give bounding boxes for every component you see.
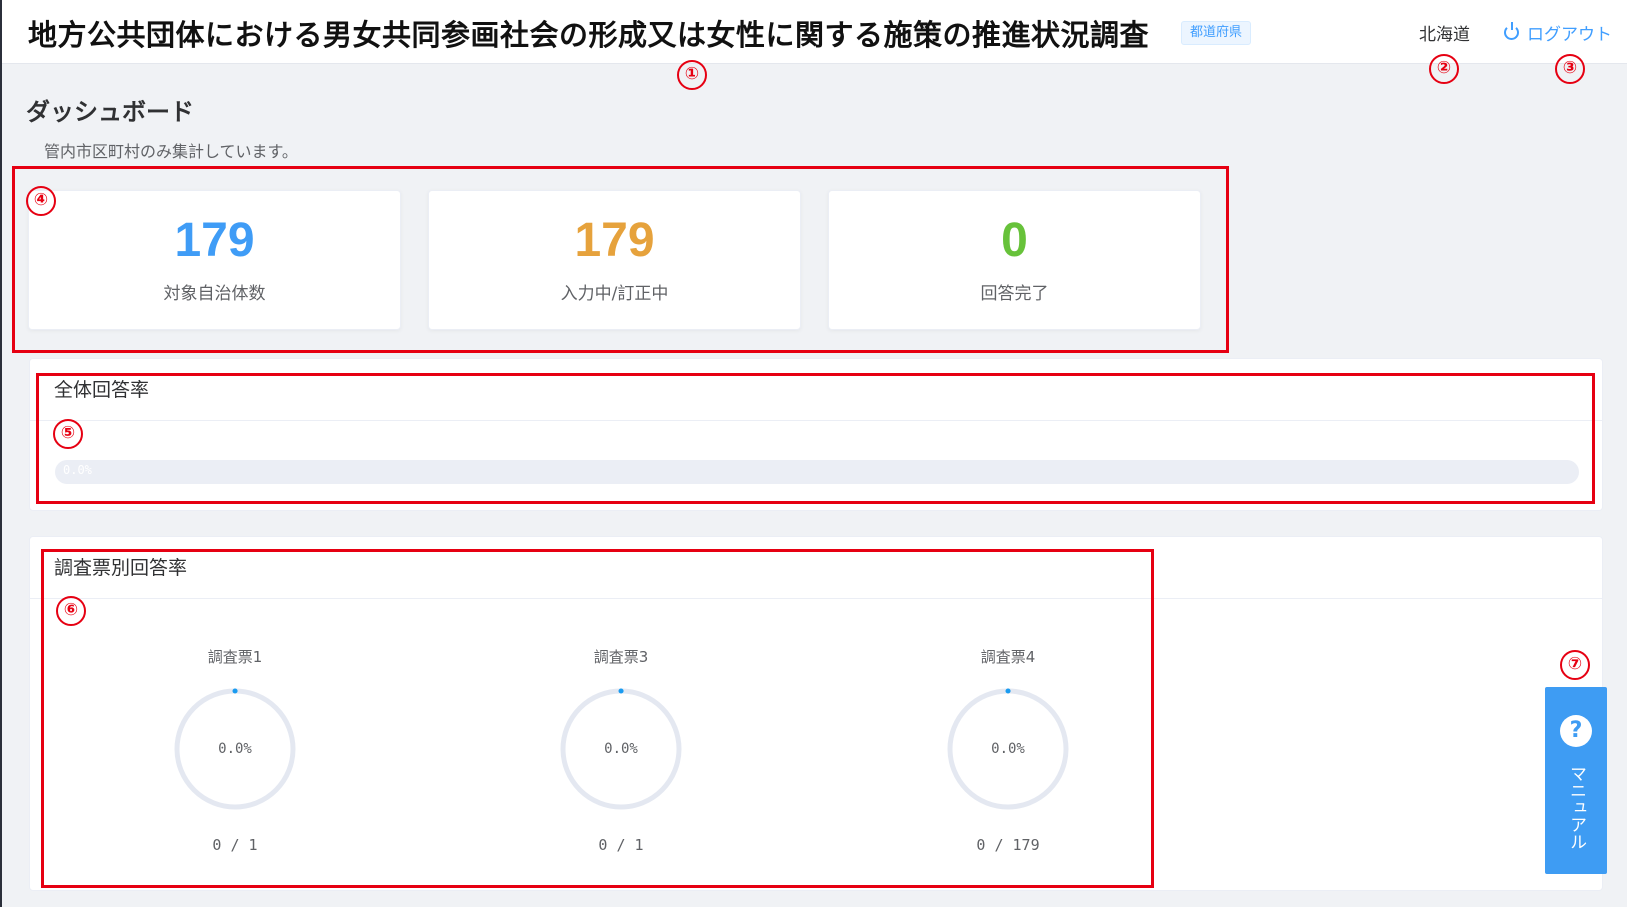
top-header: 地方公共団体における男女共同参画社会の形成又は女性に関する施策の推進状況調査 都… (2, 0, 1627, 64)
logout-label: ログアウト (1527, 25, 1612, 45)
user-name[interactable]: 北海道 (1419, 20, 1470, 45)
power-icon (1504, 22, 1519, 40)
annotation-marker-7: ⑦ (1560, 650, 1590, 680)
annotation-box-6 (41, 549, 1154, 888)
prefecture-badge: 都道府県 (1181, 21, 1252, 45)
annotation-marker-6: ⑥ (56, 596, 86, 626)
annotation-box-4 (12, 166, 1229, 353)
annotation-marker-4: ④ (26, 186, 56, 216)
left-edge-rule (0, 0, 2, 907)
manual-label: マニュアル (1566, 765, 1586, 850)
annotation-box-5 (36, 373, 1595, 504)
logout-button[interactable]: ログアウト (1504, 20, 1612, 45)
annotation-marker-5: ⑤ (53, 419, 83, 449)
help-icon: ? (1560, 715, 1592, 747)
dashboard-title: ダッシュボード (26, 98, 194, 126)
dashboard-note: 管内市区町村のみ集計しています。 (44, 142, 298, 161)
annotation-marker-3: ③ (1555, 54, 1585, 84)
annotation-marker-2: ② (1429, 54, 1459, 84)
app-title: 地方公共団体における男女共同参画社会の形成又は女性に関する施策の推進状況調査 (28, 18, 1150, 52)
manual-button[interactable]: ? マニュアル (1545, 687, 1607, 874)
annotation-marker-1: ① (677, 60, 707, 90)
